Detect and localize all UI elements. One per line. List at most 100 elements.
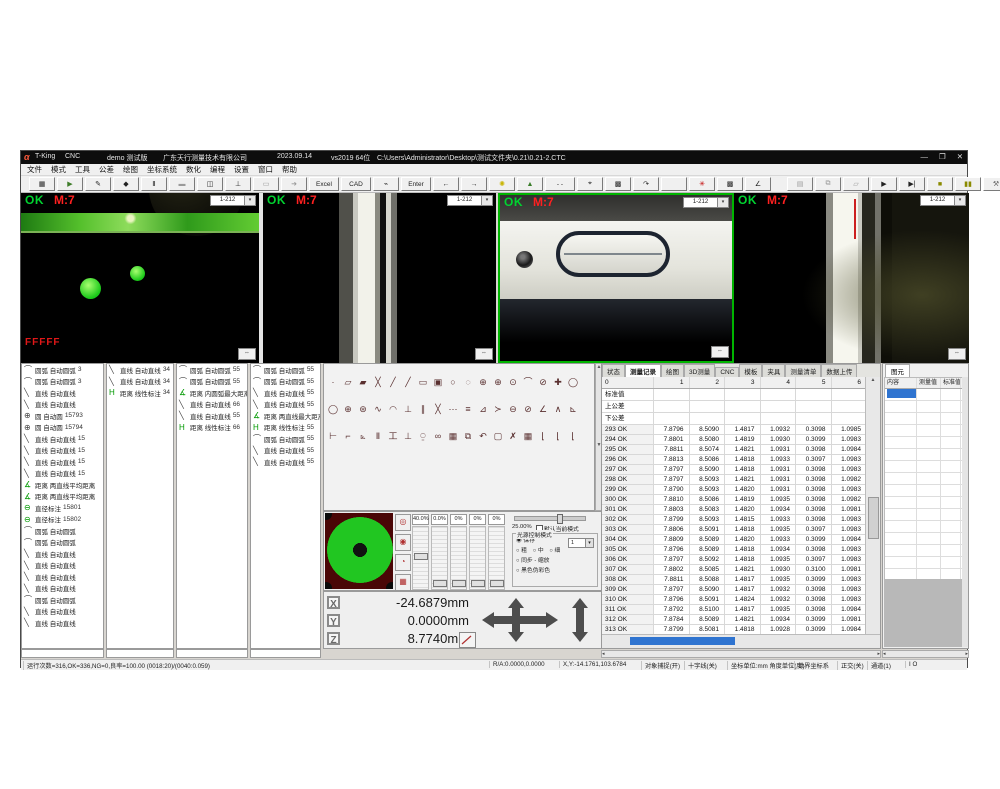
table-row[interactable]: 309 OK7.87978.50901.48171.09320.30981.09… bbox=[602, 585, 867, 595]
toolbar-button-light-bulb[interactable]: ✺ bbox=[489, 177, 515, 191]
toolbar-button-arrow-left[interactable]: ← bbox=[433, 177, 459, 191]
menu-item-7[interactable]: 编程 bbox=[210, 164, 225, 175]
feature-item[interactable]: ⌒圆弧 自动圆弧 bbox=[22, 537, 103, 549]
feature-item[interactable]: ⌒圆弧 自动圆弧55 bbox=[251, 364, 320, 376]
feature-item[interactable]: ╲直线 自动直线 bbox=[22, 583, 103, 595]
camera-view-1[interactable]: OK M:7 1-212 ▾ FFFFF ⇔ bbox=[21, 193, 259, 363]
table-row[interactable]: 上公差 bbox=[602, 401, 867, 413]
tool-icon-0-10[interactable]: ⊕ bbox=[476, 375, 490, 389]
menu-item-4[interactable]: 绘图 bbox=[123, 164, 138, 175]
tool-icon-1-14[interactable]: ∠ bbox=[536, 402, 550, 416]
toolbar-button-blank2[interactable]: ▭ bbox=[253, 177, 279, 191]
toolbar-button-blank3[interactable] bbox=[661, 177, 687, 191]
light-option-2[interactable]: ○ 同步 - 缩放 bbox=[513, 556, 597, 566]
tool-icon-0-8[interactable]: ○ bbox=[446, 375, 460, 389]
feature-item[interactable]: ∡距离 两直线最大距离 bbox=[251, 410, 320, 422]
tab-4[interactable]: CNC bbox=[715, 367, 739, 377]
tool-icon-2-0[interactable]: ⊢ bbox=[326, 429, 340, 443]
element-row[interactable] bbox=[885, 533, 963, 545]
toolbar-button-excel[interactable]: Excel bbox=[309, 177, 339, 191]
feature-item[interactable]: ⊖直径标注15802 bbox=[22, 514, 103, 526]
light-button-1[interactable]: ◉ bbox=[395, 534, 411, 551]
camera-view-3-selected[interactable]: OK M:7 1-212 ▾ ⇔ bbox=[498, 193, 734, 363]
camera1-zoom-dropdown-icon[interactable]: ▾ bbox=[244, 195, 256, 206]
toolbar-button-image[interactable]: ▲ bbox=[517, 177, 543, 191]
table-row[interactable]: 293 OK7.87968.50901.48171.09320.30981.09… bbox=[602, 425, 867, 435]
camera-view-2[interactable]: OK M:7 1-212 ▾ ⇔ bbox=[263, 193, 496, 363]
element-row[interactable] bbox=[885, 473, 963, 485]
feature-item[interactable]: ╲直线 自动直线34 bbox=[107, 376, 173, 388]
toolbar-button-probe[interactable]: ◆ bbox=[113, 177, 139, 191]
slider-thumb[interactable] bbox=[471, 580, 485, 587]
table-row[interactable]: 302 OK7.87998.50931.48151.09330.30981.09… bbox=[602, 515, 867, 525]
table-row[interactable]: 308 OK7.88118.50881.48171.09350.30991.09… bbox=[602, 575, 867, 585]
camera4-zoom-select[interactable]: 1-212 bbox=[920, 195, 955, 206]
tab-0[interactable]: 状态 bbox=[602, 364, 625, 377]
tool-icon-2-14[interactable]: ⌊ bbox=[536, 429, 550, 443]
tool-icon-0-6[interactable]: ▭ bbox=[416, 375, 430, 389]
slider-track[interactable] bbox=[469, 526, 486, 590]
camera2-zoom-dropdown-icon[interactable]: ▾ bbox=[481, 195, 493, 206]
table-row[interactable]: 310 OK7.87968.50911.48241.09320.30981.09… bbox=[602, 595, 867, 605]
table-hscrollbar[interactable] bbox=[602, 634, 880, 648]
toolbar-button-arrow-right[interactable]: → bbox=[461, 177, 487, 191]
tool-icon-1-6[interactable]: ∥ bbox=[416, 402, 430, 416]
element-bottom-scrollbar[interactable]: ◂▸ bbox=[882, 650, 969, 658]
element-row[interactable] bbox=[885, 557, 963, 569]
tool-icon-0-9[interactable]: ◌ bbox=[461, 375, 475, 389]
feature-item[interactable]: ∡距离 两直线平均距离 bbox=[22, 491, 103, 503]
feature-item[interactable]: ╲直线 自动直线55 bbox=[251, 445, 320, 457]
feature-item[interactable]: ⊖直径标注15801 bbox=[22, 502, 103, 514]
feature-item[interactable]: ⌒圆弧 自动圆弧55 bbox=[251, 376, 320, 388]
diagonal-move-button[interactable] bbox=[459, 632, 476, 648]
close-button[interactable]: ✕ bbox=[957, 152, 963, 161]
tool-icon-2-12[interactable]: ✗ bbox=[506, 429, 520, 443]
toolbar-button-play-to-end[interactable]: ▶| bbox=[899, 177, 925, 191]
element-row[interactable] bbox=[885, 425, 963, 437]
toolbar-button-pattern1[interactable]: ▩ bbox=[605, 177, 631, 191]
feature-item[interactable]: ╲直线 自动直线55 bbox=[251, 456, 320, 468]
tool-icon-0-4[interactable]: ╱ bbox=[386, 375, 400, 389]
tab-1[interactable]: 测量记录 bbox=[625, 364, 661, 377]
table-row[interactable]: 312 OK7.87848.50891.48211.09340.30991.09… bbox=[602, 615, 867, 625]
light-button-2[interactable]: ◔ bbox=[395, 554, 411, 571]
toolbar-button-run-green[interactable]: ▶ bbox=[57, 177, 83, 191]
feature-item[interactable]: H距离 线性标注66 bbox=[177, 422, 247, 434]
toolbar-button-calipers[interactable]: Ⅱ bbox=[141, 177, 167, 191]
feature-item[interactable]: ⌒圆弧 自动圆弧 bbox=[22, 594, 103, 606]
slider-thumb[interactable] bbox=[452, 580, 466, 587]
tool-icon-2-5[interactable]: ⊥ bbox=[401, 429, 415, 443]
table-vscrollbar[interactable]: ▲ bbox=[865, 377, 880, 635]
tool-icon-0-7[interactable]: ▣ bbox=[431, 375, 445, 389]
toolbar-button-chart[interactable]: ∠ bbox=[745, 177, 771, 191]
light-level-combo[interactable]: 1 bbox=[568, 538, 594, 548]
tool-icon-1-13[interactable]: ⊘ bbox=[521, 402, 535, 416]
camera4-corner-button[interactable]: ⇔ bbox=[948, 348, 966, 360]
feature-item[interactable]: ∡距离 两直线平均距离 bbox=[22, 479, 103, 491]
element-row[interactable] bbox=[885, 449, 963, 461]
tool-icon-1-8[interactable]: ⋯ bbox=[446, 402, 460, 416]
toolbar-button-save[interactable]: ▤ bbox=[787, 177, 813, 191]
table-row[interactable]: 307 OK7.88028.50851.48211.09300.31001.09… bbox=[602, 565, 867, 575]
light-button-3[interactable]: ▦ bbox=[395, 574, 411, 591]
element-row[interactable] bbox=[885, 485, 963, 497]
tool-icon-1-7[interactable]: ╳ bbox=[431, 402, 445, 416]
feature-item[interactable]: ╲直线 自动直线34 bbox=[107, 364, 173, 376]
toolbar-button-pattern2[interactable]: ▩ bbox=[717, 177, 743, 191]
table-row[interactable]: 299 OK7.87908.50931.48201.09310.30981.09… bbox=[602, 485, 867, 495]
slider-thumb[interactable] bbox=[490, 580, 504, 587]
jog-arrows[interactable] bbox=[482, 594, 594, 651]
tool-icon-1-4[interactable]: ◠ bbox=[386, 402, 400, 416]
tool-icon-0-2[interactable]: ▰ bbox=[356, 375, 370, 389]
feature-item[interactable]: H距离 线性标注34 bbox=[107, 387, 173, 399]
tab-5[interactable]: 模板 bbox=[739, 364, 762, 377]
toolbar-button-dashes[interactable]: - - bbox=[545, 177, 575, 191]
ring-light-indicator[interactable] bbox=[325, 513, 393, 589]
maximize-button[interactable]: ❐ bbox=[939, 152, 946, 161]
toolbar-button-copy[interactable]: ⧉ bbox=[815, 177, 841, 191]
camera2-corner-button[interactable]: ⇔ bbox=[475, 348, 493, 360]
tool-icon-0-0[interactable]: · bbox=[326, 375, 340, 389]
toolbar-button-probe2[interactable]: ⊥ bbox=[225, 177, 251, 191]
toolbar-button-play[interactable]: ▶ bbox=[871, 177, 897, 191]
camera1-corner-button[interactable]: ⇔ bbox=[238, 348, 256, 360]
